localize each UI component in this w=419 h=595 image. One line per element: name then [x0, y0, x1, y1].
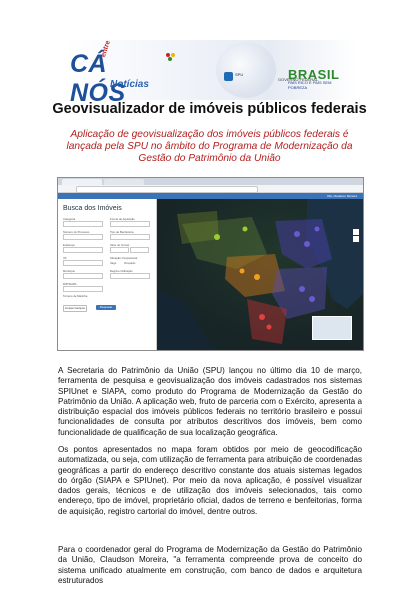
- browser-tabs: [58, 178, 363, 185]
- field-input: [63, 247, 103, 253]
- geovisualizer-screenshot: Olá, Claudson Moreira Busca dos Imóveis …: [57, 177, 364, 351]
- browser-address-bar: [58, 185, 363, 193]
- radio-option: Ocupado: [124, 261, 136, 265]
- cluster-marker: [242, 226, 248, 232]
- logo: CÁ NÓS entre Notícias: [70, 40, 175, 107]
- globe-graphic: [216, 42, 276, 98]
- cluster-marker: [254, 274, 260, 280]
- article-subtitle: Aplicação de geovisualização dos imóveis…: [66, 129, 353, 164]
- cluster-marker: [299, 286, 305, 292]
- field-label: Situação Ocupacional: [110, 256, 138, 260]
- cluster-marker: [304, 241, 310, 247]
- field-input: [110, 234, 150, 240]
- cluster-marker: [309, 296, 315, 302]
- search-panel: Busca dos Imóveis Categoria Forma de Aqu…: [58, 199, 157, 350]
- document-page: CÁ NÓS entre Notícias SPU GOVERNO FEDERA…: [0, 0, 419, 595]
- logo-dots-icon: [166, 53, 176, 61]
- cluster-marker: [314, 226, 320, 232]
- paragraph-2: Os pontos apresentados no mapa foram obt…: [58, 445, 362, 516]
- spu-icon: [224, 72, 233, 81]
- cluster-marker: [259, 314, 265, 320]
- cluster-marker: [294, 231, 300, 237]
- article-title: Geovisualizador de imóveis públicos fede…: [52, 101, 367, 117]
- cluster-marker: [266, 324, 272, 330]
- search-panel-title: Busca dos Imóveis: [63, 205, 122, 212]
- field-input: [63, 260, 103, 266]
- minimap: [312, 316, 352, 340]
- checkbox-label: Terreno de Marinha: [63, 294, 88, 298]
- cluster-marker: [239, 268, 245, 274]
- northwest-region: [177, 211, 219, 244]
- clear-fields-button: Limpar Campos: [63, 305, 87, 312]
- search-button: Pesquisar: [96, 305, 116, 310]
- field-input: [63, 286, 103, 292]
- field-input: [63, 221, 103, 227]
- field-input: [130, 247, 149, 253]
- zoom-out-icon: [353, 236, 359, 242]
- spu-logo: SPU: [224, 72, 262, 82]
- paragraph-3: Para o coordenador geral do Programa de …: [58, 545, 362, 585]
- brasil-tagline: PAÍS RICO É PAÍS SEM POBREZA: [288, 80, 332, 90]
- zoom-in-icon: [353, 229, 359, 235]
- field-input: [63, 234, 103, 240]
- paragraph-1: A Secretaria do Patrimônio da União (SPU…: [58, 366, 362, 437]
- field-input: [110, 273, 150, 279]
- field-input: [110, 221, 150, 227]
- cluster-marker: [214, 234, 220, 240]
- radio-option: Vago: [110, 261, 117, 265]
- spu-logo-text: SPU: [235, 72, 244, 77]
- field-input: [63, 273, 103, 279]
- header-banner: CÁ NÓS entre Notícias SPU GOVERNO FEDERA…: [66, 40, 356, 107]
- brasil-logo: GOVERNO FEDERAL BRASIL PAÍS RICO É PAÍS …: [278, 67, 339, 90]
- field-input: [110, 247, 129, 253]
- logo-subtitle: Notícias: [110, 79, 149, 90]
